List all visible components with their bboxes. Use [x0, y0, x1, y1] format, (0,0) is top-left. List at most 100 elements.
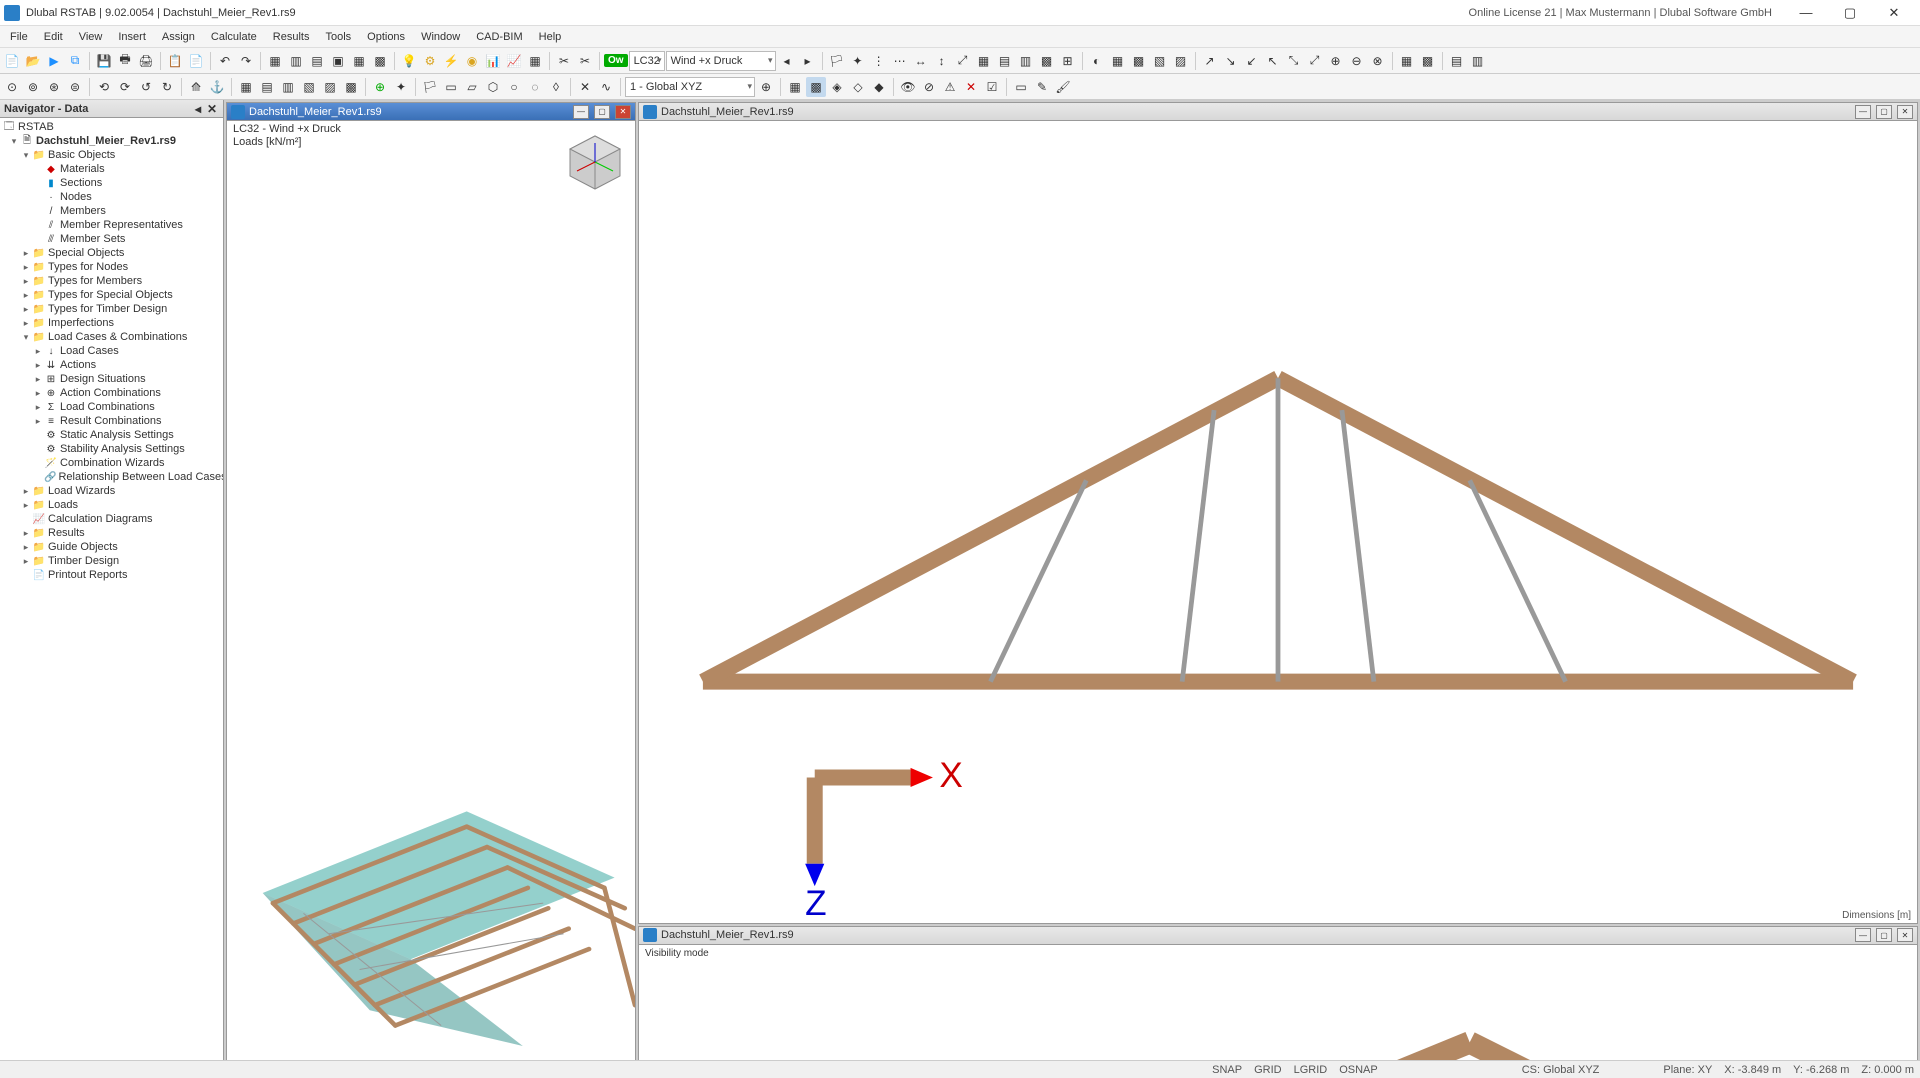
copy-icon[interactable]: 📋: [165, 51, 185, 71]
t2-26-icon[interactable]: ✕: [575, 77, 595, 97]
vp-close-icon[interactable]: ✕: [615, 105, 631, 119]
win1-icon[interactable]: ▦: [265, 51, 285, 71]
res16-icon[interactable]: ▧: [1150, 51, 1170, 71]
menu-results[interactable]: Results: [265, 29, 318, 45]
res25-icon[interactable]: ⊖: [1347, 51, 1367, 71]
res20-icon[interactable]: ↙: [1242, 51, 1262, 71]
save-icon[interactable]: ▶: [44, 51, 64, 71]
redo-icon[interactable]: ↷: [236, 51, 256, 71]
t2-41-icon[interactable]: 🖌: [1053, 77, 1073, 97]
res4-icon[interactable]: ⋯: [890, 51, 910, 71]
menu-assign[interactable]: Assign: [154, 29, 203, 45]
lc-number-dropdown[interactable]: LC32: [629, 51, 665, 71]
viewport-visibility[interactable]: Dachstuhl_Meier_Rev1.rs9 ― ▢ ✕ Visibilit…: [638, 926, 1918, 1060]
win6-icon[interactable]: ▩: [370, 51, 390, 71]
res3-icon[interactable]: ⋮: [869, 51, 889, 71]
next-lc-icon[interactable]: ▸: [798, 51, 818, 71]
vp-close-icon[interactable]: ✕: [1897, 105, 1913, 119]
calc4-icon[interactable]: 📊: [483, 51, 503, 71]
res21-icon[interactable]: ↖: [1263, 51, 1283, 71]
t2-27-icon[interactable]: ∿: [596, 77, 616, 97]
t2-7-icon[interactable]: ↺: [136, 77, 156, 97]
lc-desc-dropdown[interactable]: Wind +x Druck: [666, 51, 776, 71]
res24-icon[interactable]: ⊕: [1326, 51, 1346, 71]
new-icon[interactable]: 📄: [2, 51, 22, 71]
t2-30-icon[interactable]: ▩: [806, 77, 826, 97]
t2-34-icon[interactable]: 👁: [898, 77, 918, 97]
t2-23-icon[interactable]: ○: [504, 77, 524, 97]
t2-21-icon[interactable]: ▱: [462, 77, 482, 97]
res19-icon[interactable]: ↘: [1221, 51, 1241, 71]
res23-icon[interactable]: ⤢: [1305, 51, 1325, 71]
t2-9-icon[interactable]: ⟰: [186, 77, 206, 97]
status-snap[interactable]: SNAP: [1212, 1064, 1242, 1076]
res30-icon[interactable]: ▥: [1468, 51, 1488, 71]
res5-icon[interactable]: ↔: [911, 51, 931, 71]
res13-icon[interactable]: ◐: [1087, 51, 1107, 71]
vp-max-icon[interactable]: ▢: [1876, 928, 1892, 942]
maximize-button[interactable]: ▢: [1828, 0, 1872, 26]
res28-icon[interactable]: ▩: [1418, 51, 1438, 71]
viewport-iso[interactable]: Dachstuhl_Meier_Rev1.rs9 ― ▢ ✕ LC32 - Wi…: [226, 102, 636, 1060]
res12-icon[interactable]: ⊞: [1058, 51, 1078, 71]
t2-14-icon[interactable]: ▧: [299, 77, 319, 97]
t2-35-icon[interactable]: ⊘: [919, 77, 939, 97]
res6-icon[interactable]: ↕: [932, 51, 952, 71]
navigator-tree[interactable]: 🗔RSTAB ▾🗎Dachstuhl_Meier_Rev1.rs9 ▾📁Basi…: [0, 118, 223, 1060]
calc2-icon[interactable]: ⚡: [441, 51, 461, 71]
t2-1-icon[interactable]: ⊙: [2, 77, 22, 97]
t2-38-icon[interactable]: ☑: [982, 77, 1002, 97]
t2-13-icon[interactable]: ▥: [278, 77, 298, 97]
close-button[interactable]: ✕: [1872, 0, 1916, 26]
view-cube[interactable]: [565, 131, 625, 191]
status-grid[interactable]: GRID: [1254, 1064, 1282, 1076]
win2-icon[interactable]: ▥: [286, 51, 306, 71]
calc6-icon[interactable]: ▦: [525, 51, 545, 71]
menu-file[interactable]: File: [2, 29, 36, 45]
vp-min-icon[interactable]: ―: [573, 105, 589, 119]
cut-icon[interactable]: ✂: [554, 51, 574, 71]
t2-36-icon[interactable]: ⚠: [940, 77, 960, 97]
t2-37-icon[interactable]: ✕: [961, 77, 981, 97]
t2-18-icon[interactable]: ✦: [391, 77, 411, 97]
menu-edit[interactable]: Edit: [36, 29, 71, 45]
t2-15-icon[interactable]: ▨: [320, 77, 340, 97]
vp-min-icon[interactable]: ―: [1855, 928, 1871, 942]
prev-lc-icon[interactable]: ◂: [777, 51, 797, 71]
menu-view[interactable]: View: [71, 29, 111, 45]
menu-options[interactable]: Options: [359, 29, 413, 45]
cut2-icon[interactable]: ✂: [575, 51, 595, 71]
win3-icon[interactable]: ▤: [307, 51, 327, 71]
t2-10-icon[interactable]: ⚓: [207, 77, 227, 97]
t2-29-icon[interactable]: ▦: [785, 77, 805, 97]
status-osnap[interactable]: OSNAP: [1339, 1064, 1378, 1076]
t2-20-icon[interactable]: ▭: [441, 77, 461, 97]
res7-icon[interactable]: ⤢: [953, 51, 973, 71]
undo-icon[interactable]: ↶: [215, 51, 235, 71]
res1-icon[interactable]: 🏳: [827, 51, 847, 71]
nav-close-icon[interactable]: ✕: [205, 102, 219, 116]
minimize-button[interactable]: ―: [1784, 0, 1828, 26]
vp-close-icon[interactable]: ✕: [1897, 928, 1913, 942]
menu-help[interactable]: Help: [531, 29, 570, 45]
status-lgrid[interactable]: LGRID: [1294, 1064, 1328, 1076]
t2-5-icon[interactable]: ⟲: [94, 77, 114, 97]
t2-32-icon[interactable]: ◇: [848, 77, 868, 97]
t2-19-icon[interactable]: 🏳: [420, 77, 440, 97]
res8-icon[interactable]: ▦: [974, 51, 994, 71]
t2-25-icon[interactable]: ◊: [546, 77, 566, 97]
res17-icon[interactable]: ▨: [1171, 51, 1191, 71]
t2-39-icon[interactable]: ▭: [1011, 77, 1031, 97]
coordsys-dropdown[interactable]: 1 - Global XYZ: [625, 77, 755, 97]
saveall-icon[interactable]: ⧉: [65, 51, 85, 71]
res18-icon[interactable]: ↗: [1200, 51, 1220, 71]
t2-12-icon[interactable]: ▤: [257, 77, 277, 97]
win5-icon[interactable]: ▦: [349, 51, 369, 71]
vp-min-icon[interactable]: ―: [1855, 105, 1871, 119]
t2-17-icon[interactable]: ⊕: [370, 77, 390, 97]
nav-pin-icon[interactable]: ◂: [191, 102, 205, 116]
save2-icon[interactable]: 💾: [94, 51, 114, 71]
printprev-icon[interactable]: 🖨: [136, 51, 156, 71]
t2-6-icon[interactable]: ⟳: [115, 77, 135, 97]
menu-cadbim[interactable]: CAD-BIM: [468, 29, 530, 45]
